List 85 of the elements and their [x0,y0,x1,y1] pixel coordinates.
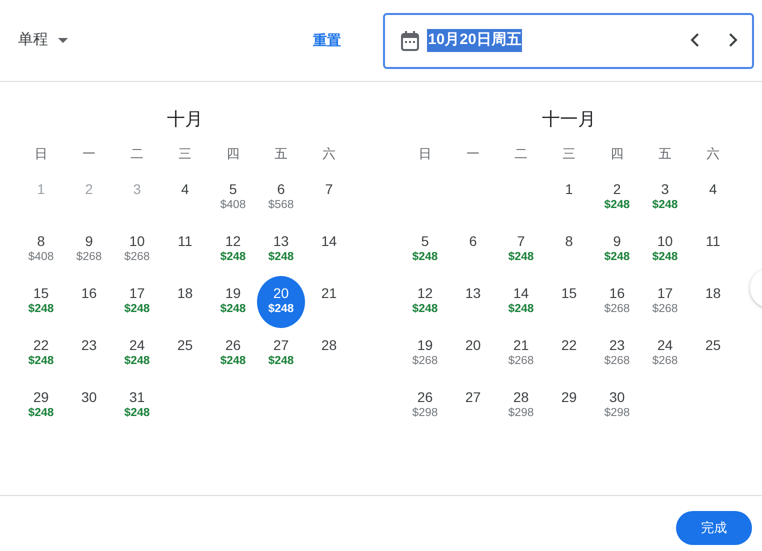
weekday-label: 三 [178,145,192,163]
day-cell[interactable]: 5 $408 [209,172,257,224]
day-cell[interactable]: 24 $248 [113,328,161,380]
day-cell[interactable]: 15 $248 [17,276,65,328]
weekday-label: 一 [82,145,96,163]
day-cell[interactable]: 6 [449,224,497,276]
day-cell[interactable]: 4 [689,172,737,224]
reset-button[interactable]: 重置 [313,30,341,51]
day-cell[interactable]: 3 $248 [641,172,689,224]
day-cell[interactable]: 24 $268 [641,328,689,380]
day-cell[interactable]: 4 [161,172,209,224]
day-cell[interactable]: 18 [161,276,209,328]
day-cell[interactable]: 13 $248 [257,224,305,276]
day-cell[interactable]: 19 $248 [209,276,257,328]
day-cell[interactable]: 14 [305,224,353,276]
day-cell[interactable]: 29 $248 [17,380,65,432]
date-field[interactable]: 10月20日周五 [383,12,754,68]
day-cell[interactable]: 9 $248 [593,224,641,276]
month-title: 十一月 [541,108,597,131]
day-cell[interactable]: 16 $268 [593,276,641,328]
day-cell[interactable]: 17 $248 [113,276,161,328]
day-cell: 3 [113,172,161,224]
weekday-label: 五 [658,145,672,163]
trip-type-dropdown[interactable]: 单程 [18,29,68,52]
day-cell[interactable]: 11 [689,224,737,276]
day-cell[interactable]: 18 [689,276,737,328]
day-cell[interactable]: 12 $248 [209,224,257,276]
day-cell[interactable]: 23 $268 [593,328,641,380]
day-cell[interactable]: 30 [65,380,113,432]
calendar-icon [401,30,419,50]
day-cell[interactable]: 14 $248 [497,276,545,328]
weekday-label: 一 [466,145,480,163]
day-cell[interactable]: 1 [545,172,593,224]
done-button[interactable]: 完成 [676,511,752,545]
weekday-label: 三 [562,145,576,163]
weekday-label: 五 [274,145,288,163]
day-cell: 2 [65,172,113,224]
day-cell[interactable]: 20 $248 [257,276,305,328]
day-cell[interactable]: 22 [545,328,593,380]
caret-icon [58,38,68,43]
weekday-label: 二 [514,145,528,163]
day-cell[interactable]: 6 $568 [257,172,305,224]
day-cell[interactable]: 23 [65,328,113,380]
day-cell[interactable]: 21 [305,276,353,328]
day-cell[interactable]: 22 $248 [17,328,65,380]
weekday-label: 二 [130,145,144,163]
day-cell[interactable]: 31 $248 [113,380,161,432]
day-cell[interactable]: 27 $248 [257,328,305,380]
day-cell[interactable]: 9 $268 [65,224,113,276]
day-cell[interactable]: 27 [449,380,497,432]
day-cell[interactable]: 13 [449,276,497,328]
day-cell[interactable]: 15 [545,276,593,328]
day-cell[interactable]: 11 [161,224,209,276]
day-cell[interactable]: 28 $298 [497,380,545,432]
day-cell[interactable]: 19 $268 [401,328,449,380]
day-cell[interactable]: 21 $268 [497,328,545,380]
day-cell[interactable]: 8 [545,224,593,276]
day-cell[interactable]: 30 $298 [593,380,641,432]
day-cell[interactable]: 10 $268 [113,224,161,276]
day-cell[interactable]: 26 $248 [209,328,257,380]
day-cell[interactable]: 2 $248 [593,172,641,224]
weekday-label: 四 [226,145,240,163]
day-cell[interactable]: 28 [305,328,353,380]
chevron-left-icon [690,33,700,48]
day-cell[interactable]: 10 $248 [641,224,689,276]
day-cell[interactable]: 25 [161,328,209,380]
day-cell[interactable]: 8 $408 [17,224,65,276]
day-cell[interactable]: 7 [305,172,353,224]
day-cell[interactable]: 12 $248 [401,276,449,328]
day-cell[interactable]: 20 [449,328,497,380]
weekday-label: 日 [418,145,432,163]
day-cell[interactable]: 26 $298 [401,380,449,432]
chevron-right-icon [728,33,738,48]
month-title: 十月 [166,108,204,131]
day-cell[interactable]: 5 $248 [401,224,449,276]
day-cell[interactable]: 16 [65,276,113,328]
day-cell[interactable]: 7 $248 [497,224,545,276]
day-cell[interactable]: 25 [689,328,737,380]
weekday-label: 日 [34,145,48,163]
weekday-label: 六 [322,145,336,163]
day-cell[interactable]: 29 [545,380,593,432]
weekday-label: 六 [706,145,720,163]
weekday-label: 四 [610,145,624,163]
day-cell[interactable]: 17 $268 [641,276,689,328]
day-cell: 1 [17,172,65,224]
